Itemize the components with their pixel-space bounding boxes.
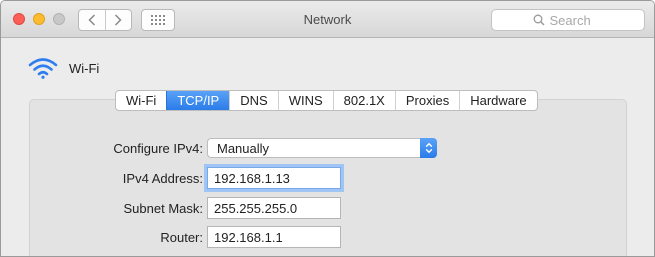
configure-ipv4-label: Configure IPv4: [113, 140, 203, 156]
tab-wins[interactable]: WINS [277, 91, 333, 110]
tab-wifi[interactable]: Wi-Fi [116, 91, 166, 110]
subnet-mask-field[interactable] [207, 197, 341, 219]
router-label: Router: [160, 229, 203, 245]
search-input[interactable] [549, 12, 604, 28]
subnet-mask-label: Subnet Mask: [123, 200, 204, 216]
configure-ipv4-value: Manually [217, 140, 270, 156]
network-preferences-window: Network Wi-Fi Configure IPv4: Manually [0, 0, 655, 257]
search-icon [533, 14, 545, 26]
tab-tcp-ip[interactable]: TCP/IP [166, 91, 230, 110]
tab-hardware[interactable]: Hardware [459, 91, 536, 110]
select-stepper[interactable] [420, 138, 437, 158]
interface-name: Wi-Fi [69, 60, 100, 76]
subnet-mask-row: Subnet Mask: [30, 197, 341, 219]
configure-ipv4-select[interactable]: Manually [207, 138, 437, 158]
wifi-icon [28, 58, 58, 79]
interface-header: Wi-Fi [28, 57, 99, 79]
router-row: Router: [30, 226, 341, 248]
tab-dns[interactable]: DNS [229, 91, 277, 110]
configure-ipv4-row: Configure IPv4: Manually [30, 137, 437, 159]
ipv4-address-row: IPv4 Address: [30, 167, 341, 189]
chevron-up-down-icon [425, 142, 432, 154]
ipv4-address-field[interactable] [207, 167, 341, 189]
router-field[interactable] [207, 226, 341, 248]
search-field[interactable] [491, 9, 645, 31]
title-bar: Network [1, 1, 654, 38]
tab-panel: Configure IPv4: Manually IPv4 Address: S… [29, 99, 627, 256]
tab-bar: Wi-Fi TCP/IP DNS WINS 802.1X Proxies Har… [115, 90, 538, 111]
tab-proxies[interactable]: Proxies [394, 91, 459, 110]
ipv4-address-label: IPv4 Address: [122, 170, 203, 186]
tab-802-1x[interactable]: 802.1X [332, 91, 395, 110]
